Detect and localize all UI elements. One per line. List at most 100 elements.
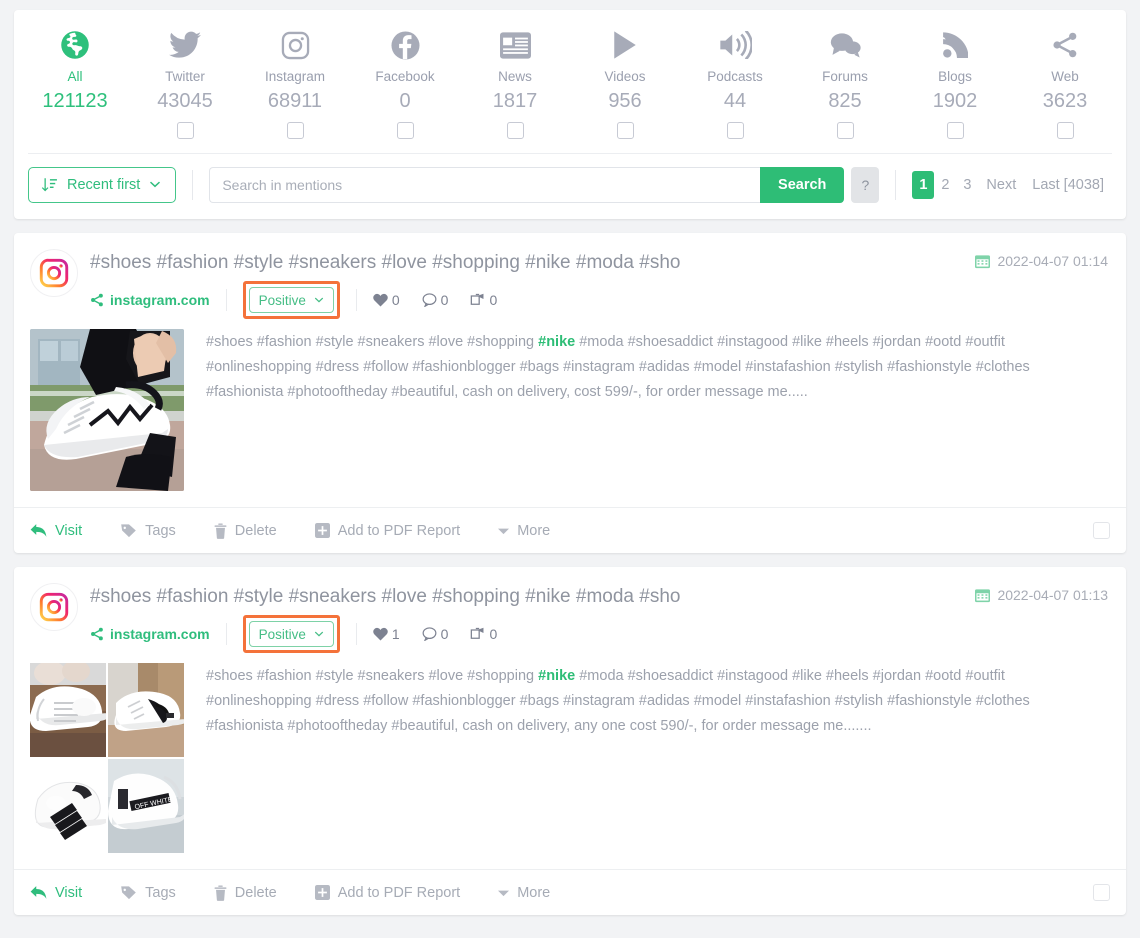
add-to-pdf-button[interactable]: Add to PDF Report — [314, 884, 461, 901]
add-to-pdf-label: Add to PDF Report — [337, 522, 461, 539]
source-tab-label: All — [67, 69, 83, 84]
chevron-down-icon — [314, 297, 324, 304]
tags-label: Tags — [145, 522, 176, 539]
source-tab-count: 0 — [399, 90, 411, 112]
source-tab-label: Instagram — [264, 69, 326, 84]
sort-button[interactable]: Recent first — [28, 167, 177, 203]
toolbar-separator-2 — [895, 170, 897, 200]
shares-count: 0 — [489, 292, 498, 308]
mention-title[interactable]: #shoes #fashion #style #sneakers #love #… — [90, 250, 975, 276]
trash-icon — [214, 522, 227, 539]
visit-button[interactable]: Visit — [30, 523, 82, 539]
source-tab-instagram[interactable]: Instagram 68911 — [240, 26, 350, 147]
mention-domain-label: instagram.com — [110, 292, 210, 308]
source-tabs: All 121123 Twitter 43045 Instagram 68911 Faceb… — [14, 10, 1126, 153]
mention-thumbnail-4[interactable]: OFF WHITE — [108, 759, 184, 853]
source-tab-web[interactable]: Web 3623 — [1010, 26, 1120, 147]
source-checkbox-blogs[interactable] — [946, 122, 964, 139]
mention-domain-link[interactable]: instagram.com — [90, 292, 210, 308]
source-checkbox-news[interactable] — [506, 122, 524, 139]
comment-icon — [422, 627, 437, 641]
comments-count: 0 — [440, 626, 449, 642]
mention-actions: Visit Tags Delete Add to PDF Report More — [14, 869, 1126, 915]
tags-button[interactable]: Tags — [120, 523, 176, 539]
calendar-icon — [975, 254, 991, 269]
share-icon — [1051, 28, 1079, 62]
mention-thumbnail-2[interactable] — [108, 663, 184, 757]
source-checkbox-forums[interactable] — [836, 122, 854, 139]
sentiment-highlight: Positive — [242, 615, 340, 653]
mention-domain-link[interactable]: instagram.com — [90, 626, 210, 642]
sentiment-dropdown[interactable]: Positive — [248, 287, 334, 313]
likes-stat: 0 — [373, 292, 400, 308]
add-to-pdf-label: Add to PDF Report — [337, 884, 461, 901]
more-button[interactable]: More — [498, 885, 550, 901]
news-icon — [499, 28, 531, 62]
play-icon — [612, 28, 638, 62]
mention-date-label: 2022-04-07 01:13 — [997, 587, 1108, 603]
search-input[interactable] — [209, 167, 761, 203]
chevron-down-icon — [314, 631, 324, 638]
mention-card: #shoes #fashion #style #sneakers #love #… — [14, 567, 1126, 915]
source-tab-count: 1817 — [492, 90, 538, 112]
instagram-icon — [39, 592, 69, 622]
source-tab-blogs[interactable]: Blogs 1902 — [900, 26, 1010, 147]
source-tab-forums[interactable]: Forums 825 — [790, 26, 900, 147]
mention-thumbnail-1[interactable] — [30, 663, 106, 757]
mention-date: 2022-04-07 01:14 — [975, 249, 1108, 269]
visit-label: Visit — [55, 884, 83, 901]
more-button[interactable]: More — [498, 523, 550, 539]
source-checkbox-web[interactable] — [1056, 122, 1074, 139]
mention-snippet: #shoes #fashion #style #sneakers #love #… — [206, 329, 1108, 491]
sentiment-dropdown[interactable]: Positive — [248, 621, 334, 647]
meta-separator-2 — [355, 289, 357, 311]
source-tab-label: Podcasts — [707, 69, 763, 84]
avatar — [30, 583, 78, 631]
mention-thumbnail-3[interactable] — [30, 759, 106, 853]
source-tab-podcasts[interactable]: Podcasts 44 — [680, 26, 790, 147]
delete-button[interactable]: Delete — [214, 885, 277, 901]
mention-select-checkbox[interactable] — [1093, 884, 1110, 901]
share-icon — [90, 293, 104, 307]
pagination-last-button[interactable]: Last [4038] — [1024, 171, 1112, 199]
page-button-2[interactable]: 2 — [934, 171, 956, 199]
source-checkbox-facebook[interactable] — [396, 122, 414, 139]
trash-icon — [214, 884, 227, 901]
mention-select-checkbox[interactable] — [1093, 522, 1110, 539]
source-tab-facebook[interactable]: Facebook 0 — [350, 26, 460, 147]
snippet-keyword: #nike — [538, 668, 576, 684]
source-tab-twitter[interactable]: Twitter 43045 — [130, 26, 240, 147]
comments-count: 0 — [440, 292, 449, 308]
mention-title[interactable]: #shoes #fashion #style #sneakers #love #… — [90, 584, 975, 610]
source-checkbox-videos[interactable] — [616, 122, 634, 139]
source-tab-all[interactable]: All 121123 — [20, 26, 130, 147]
pagination-next-button[interactable]: Next — [978, 171, 1024, 199]
tags-button[interactable]: Tags — [120, 885, 176, 901]
search-button[interactable]: Search — [760, 167, 845, 203]
source-checkbox-twitter[interactable] — [176, 122, 194, 139]
source-tab-videos[interactable]: Videos 956 — [570, 26, 680, 147]
mention-thumbnail-grid[interactable]: OFF WHITE — [30, 663, 184, 853]
likes-count: 1 — [391, 626, 400, 642]
source-tab-label: Twitter — [165, 69, 205, 84]
source-checkbox-instagram[interactable] — [286, 122, 304, 139]
source-tab-count: 956 — [608, 90, 642, 112]
twitter-icon — [169, 28, 201, 62]
visit-button[interactable]: Visit — [30, 885, 82, 901]
search-help-button[interactable]: ? — [851, 167, 880, 203]
mentions-toolbar: Recent first Search ? 123NextLast [4038] — [14, 154, 1126, 219]
add-to-pdf-button[interactable]: Add to PDF Report — [314, 522, 461, 539]
mention-thumbnail[interactable] — [30, 329, 184, 491]
source-tab-news[interactable]: News 1817 — [460, 26, 570, 147]
engagement-stats: 0 0 0 — [373, 292, 497, 308]
source-tab-count: 121123 — [42, 90, 108, 112]
shares-count: 0 — [489, 626, 498, 642]
delete-button[interactable]: Delete — [214, 523, 277, 539]
repost-icon — [470, 627, 485, 641]
source-checkbox-podcasts[interactable] — [726, 122, 744, 139]
page-button-1[interactable]: 1 — [912, 171, 935, 199]
meta-separator-2 — [355, 623, 357, 645]
mention-domain-label: instagram.com — [110, 626, 210, 642]
snippet-pre: #shoes #fashion #style #sneakers #love #… — [206, 668, 539, 684]
page-button-3[interactable]: 3 — [956, 171, 978, 199]
